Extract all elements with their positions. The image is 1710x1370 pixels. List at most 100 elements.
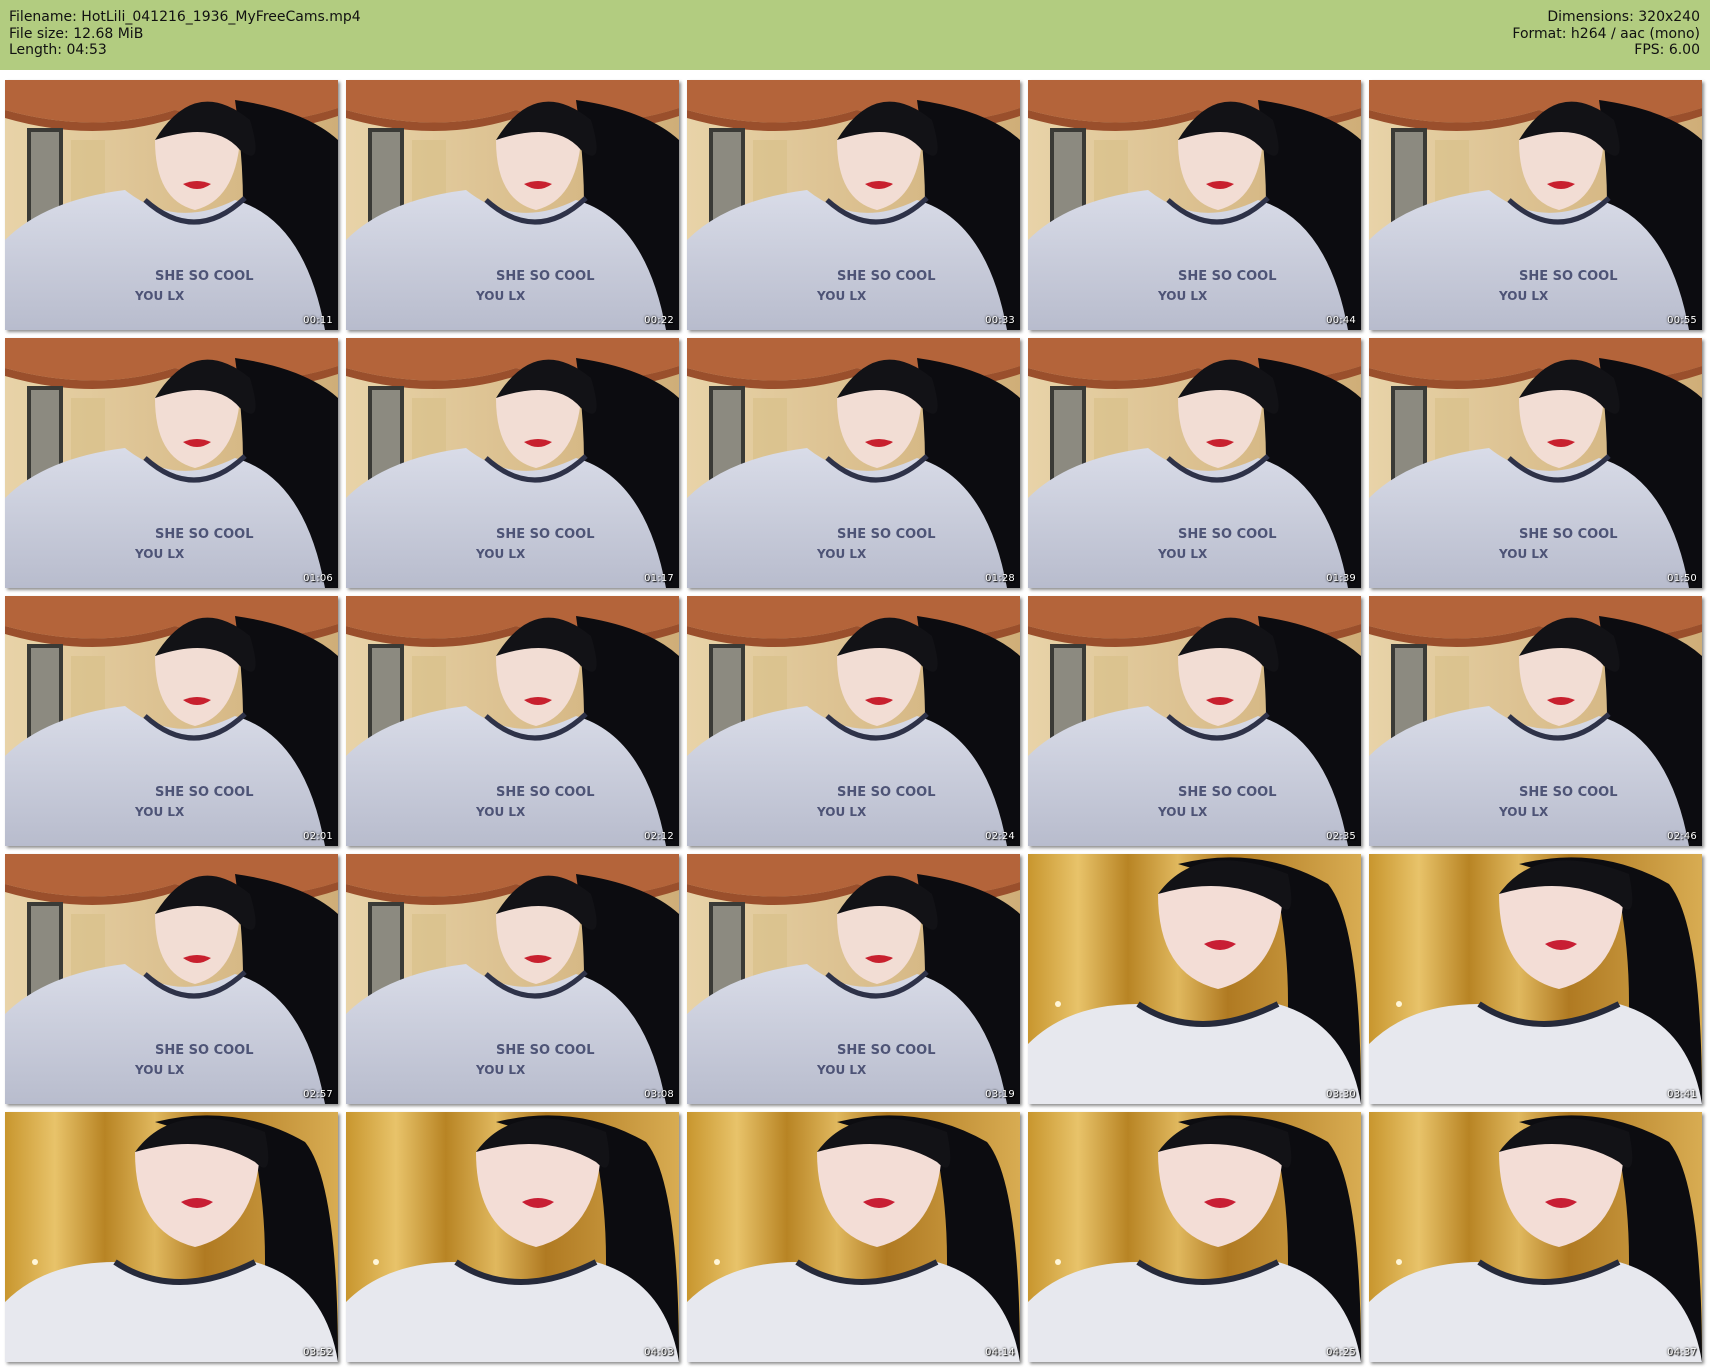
svg-text:YOU LX: YOU LX [134,289,185,303]
svg-text:YOU LX: YOU LX [475,289,526,303]
thumbnail-frame[interactable]: SHE SO COOL YOU LX 00:44 [1028,80,1361,330]
format-line: Format: h264 / aac (mono) [1512,25,1700,42]
svg-text:SHE SO COOL: SHE SO COOL [1519,269,1618,284]
video-frame-image: SHE SO COOL YOU LX [1028,338,1361,588]
video-frame-image: SHE SO COOL YOU LX [1028,596,1361,846]
thumbnail-frame[interactable]: 03:52 [5,1112,338,1362]
frame-timestamp: 00:22 [644,315,674,326]
video-frame-image [346,1112,679,1362]
svg-text:SHE SO COOL: SHE SO COOL [155,785,254,800]
thumbnail-frame[interactable]: SHE SO COOL YOU LX 01:39 [1028,338,1361,588]
fps-line: FPS: 6.00 [1634,42,1700,58]
thumbnail-frame[interactable]: SHE SO COOL YOU LX 03:08 [346,854,679,1104]
video-frame-image: SHE SO COOL YOU LX [5,854,338,1104]
svg-text:SHE SO COOL: SHE SO COOL [1178,785,1277,800]
svg-text:YOU LX: YOU LX [1498,289,1549,303]
frame-timestamp: 02:57 [303,1089,333,1100]
svg-text:YOU LX: YOU LX [816,1063,867,1077]
video-frame-image: SHE SO COOL YOU LX [1369,596,1702,846]
video-frame-image: SHE SO COOL YOU LX [5,596,338,846]
thumbnail-frame[interactable]: 04:37 [1369,1112,1702,1362]
thumbnail-frame[interactable]: SHE SO COOL YOU LX 02:35 [1028,596,1361,846]
frame-timestamp: 00:11 [303,315,333,326]
thumbnail-frame[interactable]: SHE SO COOL YOU LX 01:17 [346,338,679,588]
thumbnail-frame[interactable]: 03:41 [1369,854,1702,1104]
thumbnail-frame[interactable]: SHE SO COOL YOU LX 02:01 [5,596,338,846]
svg-text:SHE SO COOL: SHE SO COOL [496,785,595,800]
frame-timestamp: 04:37 [1667,1347,1697,1358]
video-frame-image [1369,1112,1702,1362]
svg-text:SHE SO COOL: SHE SO COOL [155,527,254,542]
filename-line: Filename: HotLili_041216_1936_MyFreeCams… [9,9,361,25]
frame-timestamp: 03:30 [1326,1089,1356,1100]
video-frame-image [687,1112,1020,1362]
video-frame-image: SHE SO COOL YOU LX [1369,80,1702,330]
svg-text:SHE SO COOL: SHE SO COOL [496,269,595,284]
thumbnail-frame[interactable]: SHE SO COOL YOU LX 00:33 [687,80,1020,330]
frame-timestamp: 02:12 [644,831,674,842]
file-info-left: Filename: HotLili_041216_1936_MyFreeCams… [9,9,361,59]
svg-text:YOU LX: YOU LX [475,1063,526,1077]
frame-timestamp: 03:41 [1667,1089,1697,1100]
length-line: Length: 04:53 [9,42,107,58]
thumbnail-frame[interactable]: SHE SO COOL YOU LX 01:28 [687,338,1020,588]
frame-timestamp: 00:44 [1326,315,1356,326]
svg-text:YOU LX: YOU LX [134,805,185,819]
thumbnail-frame[interactable]: SHE SO COOL YOU LX 00:22 [346,80,679,330]
thumbnail-frame[interactable]: SHE SO COOL YOU LX 01:50 [1369,338,1702,588]
video-frame-image: SHE SO COOL YOU LX [687,854,1020,1104]
svg-text:SHE SO COOL: SHE SO COOL [155,1043,254,1058]
svg-text:YOU LX: YOU LX [475,805,526,819]
svg-text:YOU LX: YOU LX [475,547,526,561]
video-frame-image: SHE SO COOL YOU LX [5,80,338,330]
svg-text:SHE SO COOL: SHE SO COOL [1178,527,1277,542]
video-frame-image: SHE SO COOL YOU LX [1028,80,1361,330]
video-frame-image: SHE SO COOL YOU LX [687,338,1020,588]
svg-text:SHE SO COOL: SHE SO COOL [837,269,936,284]
dimensions-line: Dimensions: 320x240 [1547,9,1700,25]
svg-text:YOU LX: YOU LX [1498,547,1549,561]
frame-timestamp: 02:46 [1667,831,1697,842]
thumbnail-frame[interactable]: SHE SO COOL YOU LX 02:12 [346,596,679,846]
svg-text:SHE SO COOL: SHE SO COOL [1519,527,1618,542]
svg-text:YOU LX: YOU LX [1498,805,1549,819]
frame-timestamp: 00:33 [985,315,1015,326]
thumbnail-frame[interactable]: SHE SO COOL YOU LX 03:19 [687,854,1020,1104]
frame-timestamp: 04:03 [644,1347,674,1358]
svg-text:YOU LX: YOU LX [134,1063,185,1077]
video-frame-image: SHE SO COOL YOU LX [346,338,679,588]
thumbnail-frame[interactable]: SHE SO COOL YOU LX 01:06 [5,338,338,588]
frame-timestamp: 03:19 [985,1089,1015,1100]
thumbnail-frame[interactable]: SHE SO COOL YOU LX 02:24 [687,596,1020,846]
video-frame-image: SHE SO COOL YOU LX [346,596,679,846]
thumbnail-frame[interactable]: 03:30 [1028,854,1361,1104]
frame-timestamp: 01:39 [1326,573,1356,584]
info-header: Filename: HotLili_041216_1936_MyFreeCams… [0,0,1710,70]
frame-timestamp: 03:08 [644,1089,674,1100]
frame-timestamp: 01:50 [1667,573,1697,584]
frame-timestamp: 02:01 [303,831,333,842]
thumbnail-frame[interactable]: SHE SO COOL YOU LX 02:46 [1369,596,1702,846]
svg-text:YOU LX: YOU LX [1157,289,1208,303]
video-frame-image [1028,854,1361,1104]
svg-text:SHE SO COOL: SHE SO COOL [1519,785,1618,800]
thumbnail-frame[interactable]: SHE SO COOL YOU LX 00:11 [5,80,338,330]
svg-text:SHE SO COOL: SHE SO COOL [1178,269,1277,284]
thumbnail-frame[interactable]: 04:14 [687,1112,1020,1362]
video-frame-image [1028,1112,1361,1362]
thumbnail-frame[interactable]: 04:25 [1028,1112,1361,1362]
frame-timestamp: 00:55 [1667,315,1697,326]
svg-text:SHE SO COOL: SHE SO COOL [496,527,595,542]
svg-text:YOU LX: YOU LX [1157,805,1208,819]
frame-timestamp: 02:24 [985,831,1015,842]
thumbnail-frame[interactable]: 04:03 [346,1112,679,1362]
frame-timestamp: 04:25 [1326,1347,1356,1358]
filesize-line: File size: 12.68 MiB [9,25,144,42]
svg-text:YOU LX: YOU LX [816,289,867,303]
svg-text:YOU LX: YOU LX [134,547,185,561]
frame-timestamp: 02:35 [1326,831,1356,842]
svg-text:YOU LX: YOU LX [816,805,867,819]
thumbnail-frame[interactable]: SHE SO COOL YOU LX 00:55 [1369,80,1702,330]
video-frame-image: SHE SO COOL YOU LX [346,80,679,330]
thumbnail-frame[interactable]: SHE SO COOL YOU LX 02:57 [5,854,338,1104]
